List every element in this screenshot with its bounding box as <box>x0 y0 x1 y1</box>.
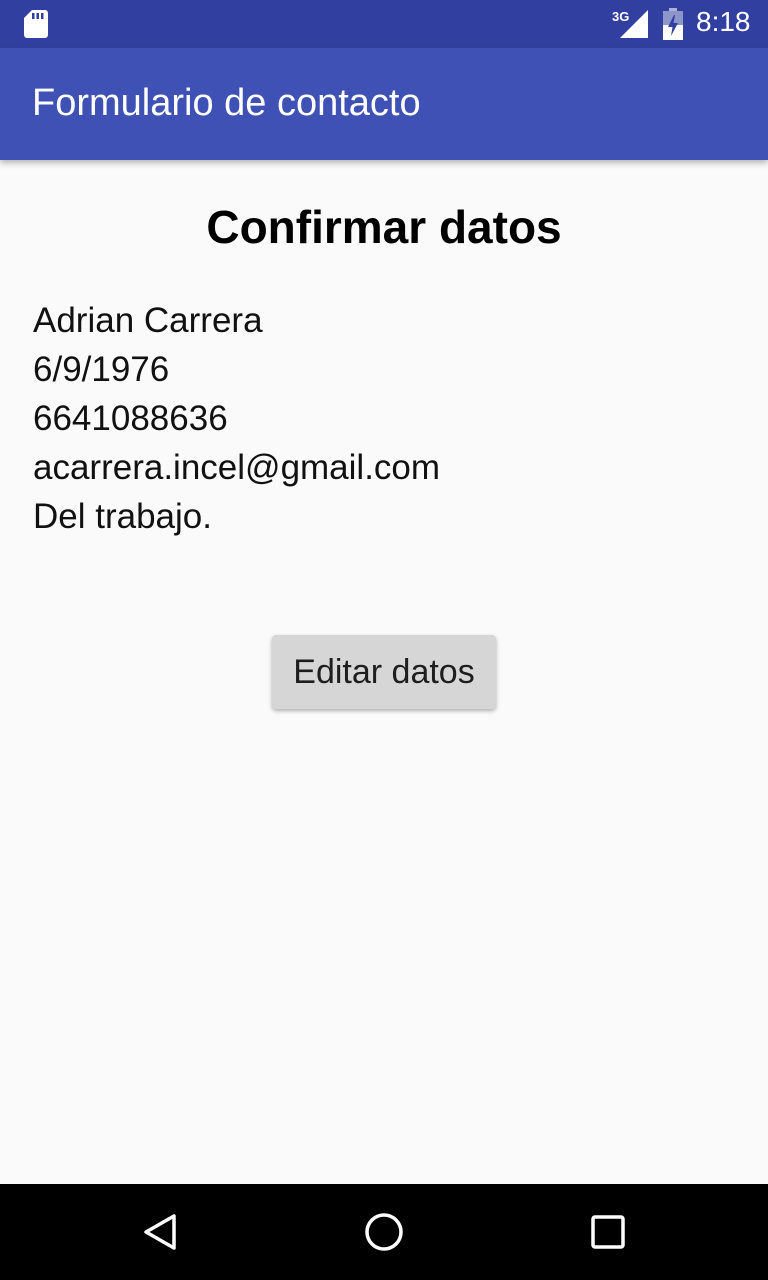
detail-birth-date: 6/9/1976 <box>33 350 170 389</box>
contact-details: Adrian Carrera 6/9/1976 6641088636 acarr… <box>33 296 440 541</box>
detail-email: acarrera.incel@gmail.com <box>33 448 441 487</box>
app-bar: Formulario de contacto <box>0 48 768 160</box>
recents-icon[interactable] <box>584 1208 632 1256</box>
battery-charging-icon <box>663 8 683 40</box>
detail-phone: 6641088636 <box>33 399 228 438</box>
detail-description: Del trabajo. <box>33 497 212 536</box>
app-bar-title: Formulario de contacto <box>32 82 421 124</box>
edit-data-button[interactable]: Editar datos <box>272 635 496 709</box>
detail-name: Adrian Carrera <box>33 301 263 340</box>
content-area: Confirmar datos Adrian Carrera 6/9/1976 … <box>0 160 768 1184</box>
status-bar: 3G 8:18 <box>0 0 768 48</box>
screen: 3G 8:18 Formulario de contacto Confirmar… <box>0 0 768 1280</box>
status-clock: 8:18 <box>696 6 751 37</box>
home-icon[interactable] <box>360 1208 408 1256</box>
sd-card-icon <box>24 10 48 38</box>
page-title: Confirmar datos <box>206 201 562 253</box>
network-type-label: 3G <box>612 9 630 24</box>
back-icon[interactable] <box>136 1208 184 1256</box>
navigation-bar <box>0 1184 768 1280</box>
